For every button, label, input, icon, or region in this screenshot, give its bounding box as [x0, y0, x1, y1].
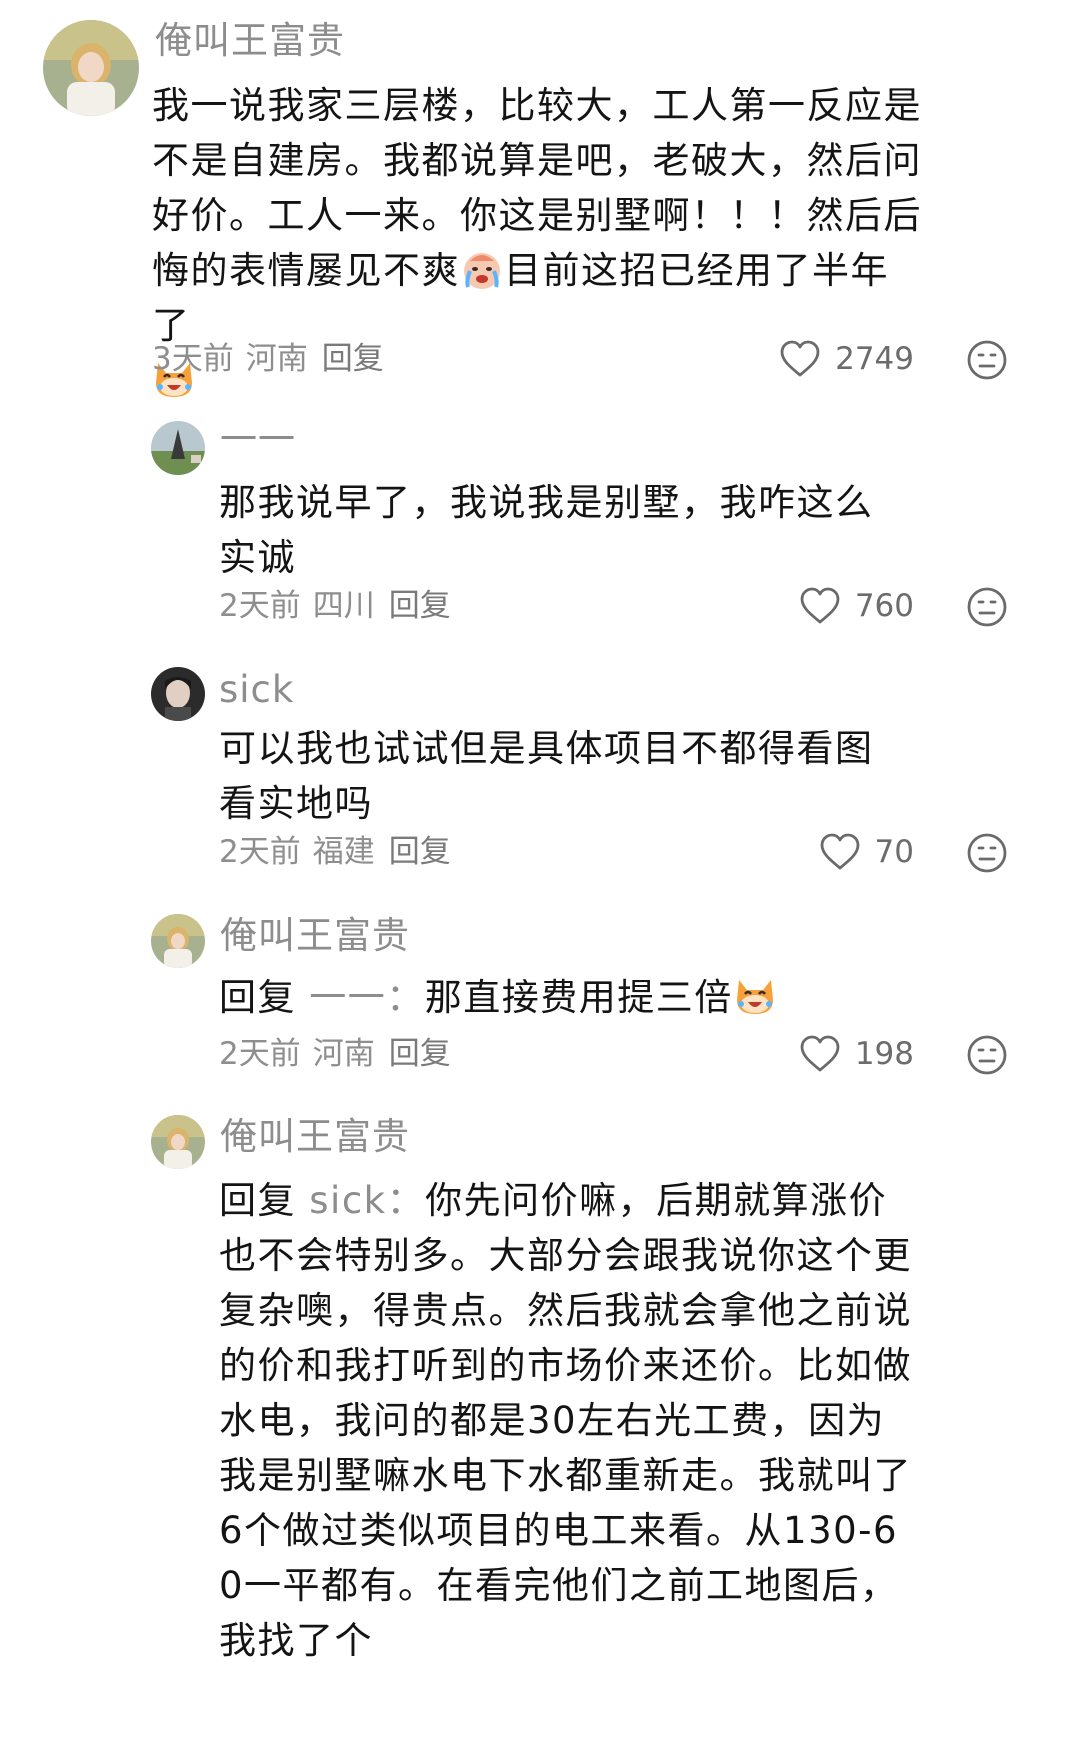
- comment-text: 回复 sick：你先问价嘛，后期就算涨价也不会特别多。大部分会跟我说你这个更复杂…: [219, 1173, 919, 1668]
- like-button[interactable]: 2749: [744, 337, 914, 381]
- like-button[interactable]: 198: [744, 1032, 914, 1076]
- reply-button[interactable]: 回复: [322, 341, 384, 377]
- comment-text: 回复 一一：那直接费用提三倍: [219, 970, 909, 1025]
- timestamp: 2天前: [219, 834, 301, 870]
- timestamp: 3天前: [152, 341, 234, 377]
- like-button[interactable]: 760: [744, 584, 914, 628]
- location: 福建: [312, 834, 375, 870]
- comment-text: 可以我也试试但是具体项目不都得看图看实地吗: [219, 727, 874, 825]
- heart-outline-icon: [780, 340, 820, 377]
- username[interactable]: sick: [219, 667, 294, 713]
- heart-outline-icon: [820, 833, 859, 870]
- username[interactable]: 俺叫王富贵: [155, 18, 345, 64]
- location: 四川: [312, 588, 375, 624]
- dislike-button[interactable]: [966, 832, 1008, 874]
- crying-baby-emoji: [460, 247, 504, 291]
- like-count: 70: [874, 834, 914, 870]
- dislike-button[interactable]: [966, 1034, 1008, 1076]
- comment-text-part: 你先问价嘛，后期就算涨价也不会特别多。大部分会跟我说你这个更复杂噢，得贵点。然后…: [219, 1179, 912, 1662]
- comment-meta: 2天前 福建 回复: [219, 832, 451, 872]
- reply-prefix: 回复: [219, 976, 296, 1019]
- unhappy-face-icon: [967, 587, 1007, 627]
- reply-button[interactable]: 回复: [389, 834, 451, 870]
- comment-text-part: 那直接费用提三倍: [424, 976, 733, 1019]
- location: 河南: [245, 341, 308, 377]
- like-button[interactable]: 70: [744, 830, 914, 874]
- avatar[interactable]: [151, 421, 205, 475]
- comment-text: 那我说早了，我说我是别墅，我咋这么实诚: [219, 481, 874, 579]
- comment-meta: 2天前 四川 回复: [219, 586, 451, 626]
- avatar[interactable]: [151, 1115, 205, 1169]
- username[interactable]: 俺叫王富贵: [220, 1114, 410, 1160]
- comment-meta: 3天前 河南 回复: [152, 339, 384, 379]
- dislike-button[interactable]: [966, 339, 1008, 381]
- laughing-cat-emoji: [733, 974, 777, 1018]
- avatar[interactable]: [151, 667, 205, 721]
- username[interactable]: 俺叫王富贵: [220, 913, 410, 959]
- like-count: 198: [854, 1036, 914, 1072]
- unhappy-face-icon: [967, 833, 1007, 873]
- unhappy-face-icon: [967, 1035, 1007, 1075]
- avatar[interactable]: [43, 20, 139, 116]
- comment-meta: 2天前 河南 回复: [219, 1034, 451, 1074]
- reply-mention[interactable]: sick：: [309, 1179, 425, 1222]
- reply-prefix: 回复: [219, 1179, 296, 1222]
- heart-outline-icon: [800, 1035, 840, 1072]
- reply-mention[interactable]: 一一：: [309, 976, 425, 1019]
- reply-button[interactable]: 回复: [389, 1036, 451, 1072]
- heart-outline-icon: [800, 587, 840, 624]
- timestamp: 2天前: [219, 588, 301, 624]
- like-count: 2749: [835, 341, 914, 377]
- like-count: 760: [854, 588, 914, 624]
- unhappy-face-icon: [967, 340, 1007, 380]
- username[interactable]: 一一: [220, 417, 296, 463]
- location: 河南: [312, 1036, 375, 1072]
- reply-button[interactable]: 回复: [389, 588, 451, 624]
- dislike-button[interactable]: [966, 586, 1008, 628]
- avatar[interactable]: [151, 914, 205, 968]
- timestamp: 2天前: [219, 1036, 301, 1072]
